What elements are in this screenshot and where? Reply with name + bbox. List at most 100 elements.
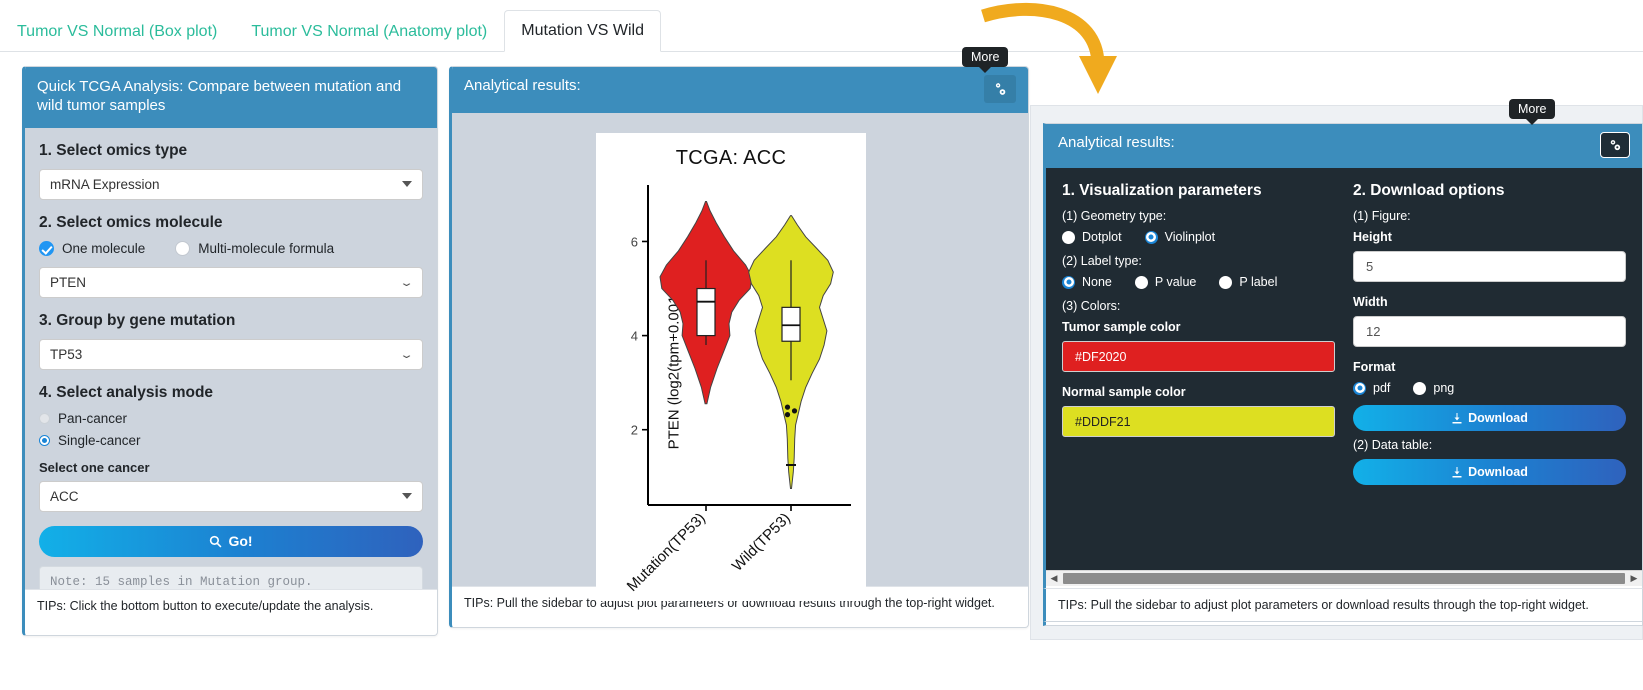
left-panel-header: Quick TCGA Analysis: Compare between mut…: [25, 67, 437, 128]
omics-type-value: mRNA Expression: [50, 176, 160, 192]
scrollbar-thumb[interactable]: [1063, 573, 1625, 584]
chevron-down-icon: [402, 493, 412, 499]
tumor-color-input[interactable]: #DF2020: [1062, 341, 1335, 372]
tumor-color-label: Tumor sample color: [1062, 320, 1181, 334]
analytical-results-panel: Analytical results: TCGA: ACC PTEN (log2…: [449, 66, 1029, 628]
one-molecule-radio[interactable]: [39, 240, 54, 256]
download-icon: [1452, 467, 1462, 478]
tab-tumor-vs-normal-anatomy[interactable]: Tumor VS Normal (Anatomy plot): [234, 11, 504, 52]
svg-text:4: 4: [631, 329, 638, 344]
tab-bar: Tumor VS Normal (Box plot) Tumor VS Norm…: [0, 0, 1643, 52]
molecule-value: PTEN: [50, 274, 87, 290]
download-figure-button[interactable]: Download: [1353, 405, 1626, 431]
single-cancer-label: Single-cancer: [58, 432, 141, 448]
label-none-label: None: [1082, 275, 1112, 289]
download-options-column: 2. Download options (1) Figure: Height 5…: [1353, 182, 1626, 572]
download-table-button[interactable]: Download: [1353, 459, 1626, 485]
download-options-title: 2. Download options: [1353, 182, 1505, 199]
multi-molecule-radio[interactable]: [175, 240, 191, 256]
label-type-radio-group: None P value P label: [1062, 275, 1335, 289]
visualization-parameters-column: 1. Visualization parameters (1) Geometry…: [1062, 182, 1335, 572]
format-png-radio[interactable]: [1413, 381, 1427, 395]
svg-text:Wild(TP53): Wild(TP53): [729, 510, 794, 575]
scroll-right-arrow-icon[interactable]: ▶: [1626, 573, 1642, 584]
format-label: Format: [1353, 360, 1396, 374]
left-panel-body: 1. Select omics type mRNA Expression 2. …: [25, 127, 437, 598]
analytical-results-settings-panel: Analytical results: 1. Visualization par…: [1043, 123, 1643, 626]
format-png-label: png: [1433, 381, 1455, 395]
quick-tcga-analysis-panel: Quick TCGA Analysis: Compare between mut…: [22, 66, 438, 636]
go-button-label: Go!: [228, 533, 253, 549]
analytical-results-widget-wrap: Analytical results: 1. Visualization par…: [1030, 105, 1643, 640]
dotplot-label: Dotplot: [1082, 230, 1122, 244]
gene-value: TP53: [50, 346, 83, 362]
cancer-select[interactable]: ACC: [39, 480, 423, 512]
height-input[interactable]: 5: [1353, 251, 1626, 282]
geometry-radio-group: Dotplot Violinplot: [1062, 230, 1335, 244]
violinplot-radio[interactable]: [1144, 230, 1158, 244]
label-type-label: (2) Label type:: [1062, 254, 1142, 268]
gene-mutation-select[interactable]: TP53 ⌄: [39, 338, 423, 370]
data-table-label: (2) Data table:: [1353, 438, 1433, 452]
normal-color-value: #DDDF21: [1075, 414, 1131, 429]
more-tooltip-mid: More: [962, 47, 1009, 73]
height-label: Height: [1353, 230, 1392, 244]
omics-type-select[interactable]: mRNA Expression: [39, 168, 423, 200]
one-molecule-label: One molecule: [62, 240, 146, 256]
select-cancer-label: Select one cancer: [39, 459, 150, 475]
pan-cancer-radio[interactable]: [39, 412, 50, 424]
label-plabel-radio[interactable]: [1219, 275, 1233, 289]
download-figure-label: Download: [1468, 411, 1528, 425]
settings-dark-body: 1. Visualization parameters (1) Geometry…: [1046, 168, 1642, 586]
violin-plot-svg: 2 4 6 Mutation(TP53) Wild(TP53): [624, 185, 851, 595]
left-panel-tips: TIPs: Click the bottom button to execute…: [25, 588, 437, 622]
width-value: 12: [1366, 324, 1381, 339]
more-settings-button[interactable]: [1600, 132, 1630, 158]
download-table-label: Download: [1468, 465, 1528, 479]
right-panel-title: Analytical results:: [1058, 134, 1175, 151]
label-pvalue-label: P value: [1154, 275, 1197, 289]
mid-panel-body: TCGA: ACC PTEN (log2(tpm+0.001)) 2 4 6 Muta…: [452, 113, 1028, 601]
dotplot-radio[interactable]: [1062, 230, 1075, 244]
go-button[interactable]: Go!: [39, 525, 423, 557]
svg-text:2: 2: [631, 423, 638, 438]
right-panel-tips: TIPs: Pull the sidebar to adjust plot pa…: [1043, 588, 1643, 622]
violinplot-label: Violinplot: [1164, 230, 1216, 244]
step1-label: 1. Select omics type: [39, 141, 188, 159]
normal-color-input[interactable]: #DDDF21: [1062, 406, 1335, 437]
molecule-mode-radio-group: One molecule Multi-molecule formula: [39, 240, 423, 256]
label-pvalue-radio[interactable]: [1134, 275, 1148, 289]
molecule-select[interactable]: PTEN ⌄: [39, 266, 423, 298]
download-icon: [1452, 413, 1462, 424]
gears-icon: [1610, 140, 1621, 151]
label-plabel-label: P label: [1239, 275, 1278, 289]
violin-plot-card: TCGA: ACC PTEN (log2(tpm+0.001)) 2 4 6 Muta…: [596, 133, 866, 601]
tab-tumor-vs-normal-box[interactable]: Tumor VS Normal (Box plot): [0, 11, 234, 52]
chevron-down-icon: [402, 181, 412, 187]
format-pdf-radio[interactable]: [1353, 381, 1366, 395]
more-tooltip-right: More: [1509, 99, 1556, 125]
label-none-radio[interactable]: [1062, 275, 1075, 289]
horizontal-scrollbar[interactable]: ◀ ▶: [1046, 570, 1642, 586]
scroll-left-arrow-icon[interactable]: ◀: [1046, 573, 1062, 584]
pan-cancer-row: Pan-cancer: [39, 411, 423, 426]
format-pdf-label: pdf: [1373, 381, 1391, 395]
single-cancer-row: Single-cancer: [39, 433, 423, 448]
width-input[interactable]: 12: [1353, 316, 1626, 347]
pan-cancer-label: Pan-cancer: [58, 410, 128, 426]
figure-label: (1) Figure:: [1353, 209, 1411, 223]
search-icon: [210, 535, 222, 547]
viz-params-title: 1. Visualization parameters: [1062, 182, 1262, 199]
chevron-down-icon: ⌄: [399, 276, 414, 288]
right-panel-header: Analytical results:: [1046, 124, 1642, 168]
single-cancer-radio[interactable]: [39, 434, 50, 446]
multi-molecule-label: Multi-molecule formula: [198, 240, 335, 256]
left-panel-title: Quick TCGA Analysis: Compare between mut…: [37, 78, 402, 114]
height-value: 5: [1366, 259, 1374, 274]
tumor-color-value: #DF2020: [1075, 349, 1127, 364]
chevron-down-icon: ⌄: [399, 348, 414, 360]
mid-panel-title: Analytical results:: [464, 77, 581, 94]
tab-mutation-vs-wild[interactable]: Mutation VS Wild: [504, 9, 661, 52]
step4-label: 4. Select analysis mode: [39, 383, 214, 401]
mid-panel-header: Analytical results:: [452, 67, 1028, 113]
